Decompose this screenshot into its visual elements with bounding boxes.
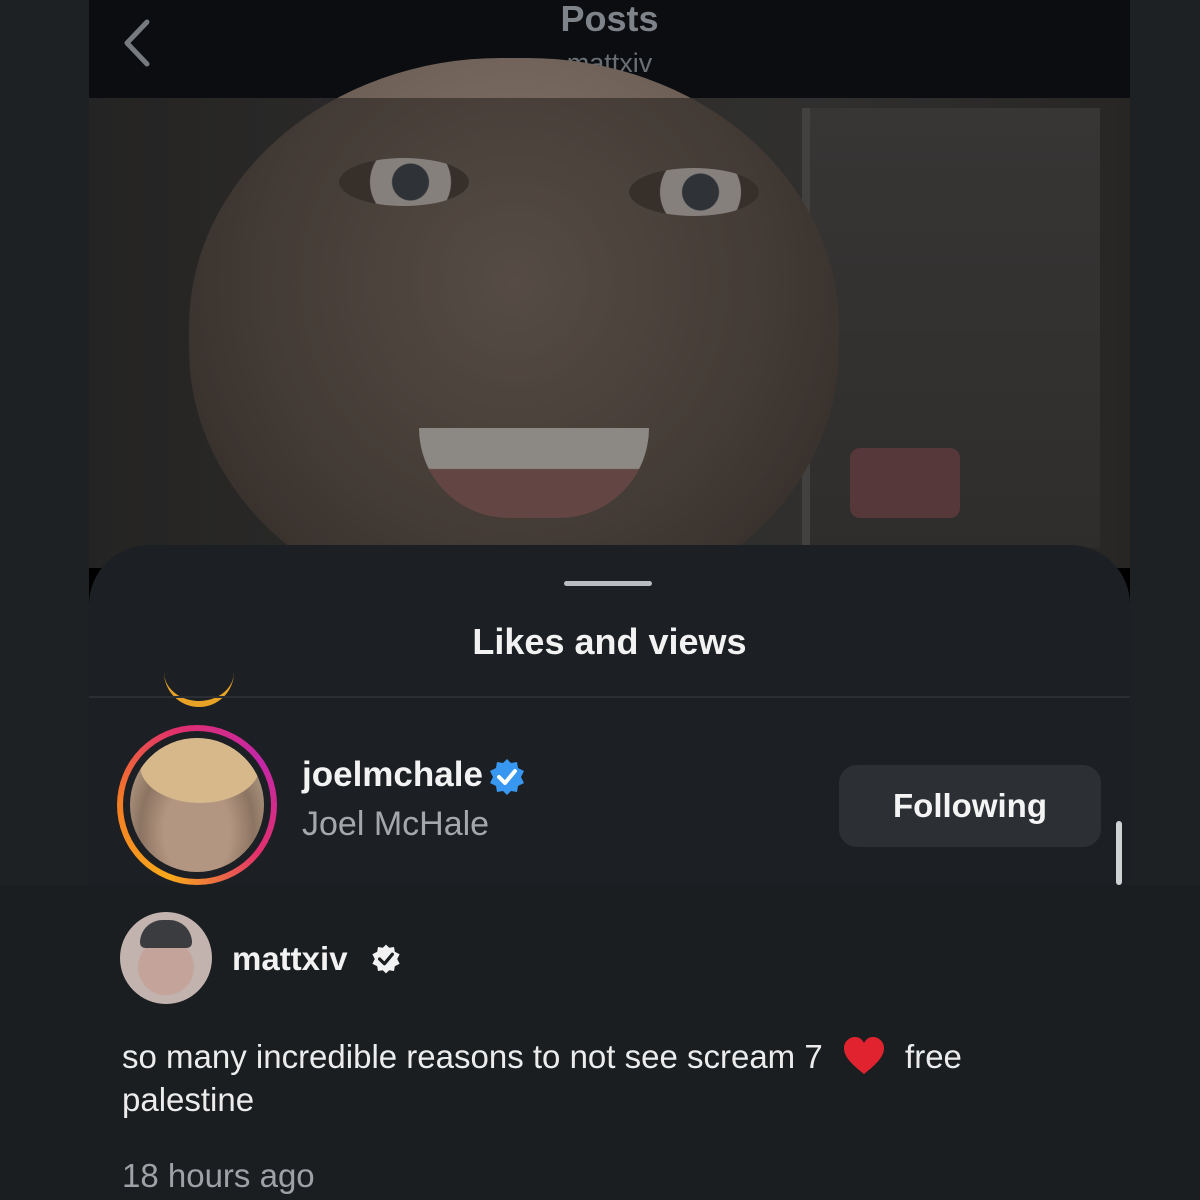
heart-emoji-icon (843, 1037, 884, 1074)
caption-panel: mattxiv so many incredible reasons to no… (0, 885, 1200, 1200)
caption-text-part-1: so many incredible reasons to not see sc… (122, 1038, 823, 1075)
liker-full-name: Joel McHale (302, 805, 490, 843)
sheet-divider (89, 696, 1130, 698)
caption-username[interactable]: mattxiv (232, 940, 348, 978)
story-ring[interactable] (117, 725, 277, 885)
caption-text: so many incredible reasons to not see sc… (122, 1035, 1082, 1121)
caption-avatar[interactable] (120, 912, 212, 1004)
dim-overlay (89, 98, 1130, 568)
following-button[interactable]: Following (839, 765, 1101, 847)
previous-avatar-ring (164, 655, 234, 707)
liker-username[interactable]: joelmchale (302, 755, 483, 795)
post-photo (89, 58, 1130, 618)
post-timestamp: 18 hours ago (122, 1157, 315, 1194)
avatar[interactable] (130, 738, 264, 872)
liker-row[interactable]: joelmchale Joel McHale Following (117, 725, 1107, 890)
verified-badge-icon (372, 944, 400, 974)
sheet-title: Likes and views (472, 621, 747, 662)
sheet-drag-handle[interactable] (564, 581, 652, 586)
page-title: Posts (560, 0, 659, 39)
verified-badge-icon (490, 759, 524, 795)
scrollbar[interactable] (1116, 821, 1122, 885)
